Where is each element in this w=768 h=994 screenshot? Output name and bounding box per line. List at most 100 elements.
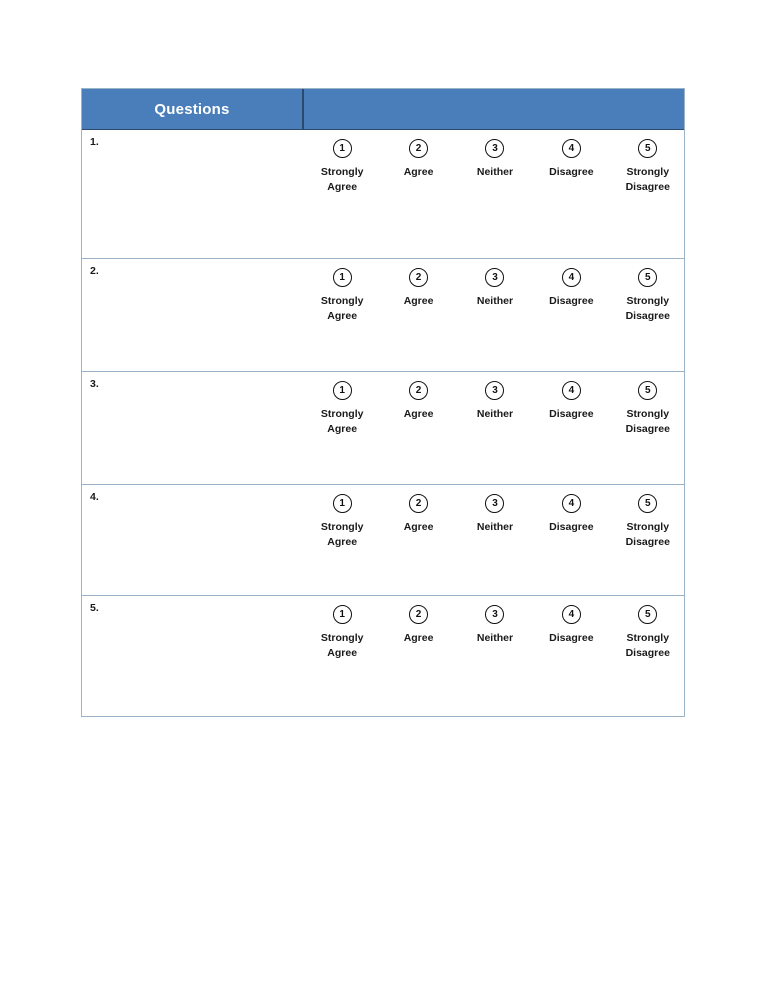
likert-option-1[interactable]: 1 Strongly Agree	[304, 381, 380, 437]
likert-option-number: 2	[415, 497, 422, 509]
likert-option-number: 3	[492, 271, 498, 283]
likert-option-label: Neither	[476, 295, 514, 307]
likert-option-number: 1	[339, 271, 345, 283]
radio-circle-icon[interactable]: 1	[332, 268, 352, 287]
question-number: 2.	[90, 265, 99, 277]
likert-option-label: Strongly Disagree	[625, 632, 670, 659]
likert-option-label: Agree	[403, 408, 434, 420]
likert-option-3[interactable]: 3 Neither	[457, 139, 533, 180]
likert-option-number: 4	[568, 497, 575, 509]
likert-option-4[interactable]: 4 Disagree	[533, 494, 609, 535]
radio-circle-icon[interactable]: 2	[409, 381, 429, 400]
radio-circle-icon[interactable]: 3	[485, 494, 505, 513]
likert-option-label: Neither	[476, 632, 514, 644]
table-row: 1. 1 Strongly Agree 2 Agree 3 Neither 4 Disagree…	[82, 129, 684, 258]
likert-option-label: Neither	[476, 166, 514, 178]
likert-option-label: Agree	[403, 632, 434, 644]
radio-circle-icon[interactable]: 4	[561, 381, 581, 400]
likert-option-1[interactable]: 1 Strongly Agree	[304, 268, 380, 324]
question-number: 1.	[90, 136, 99, 148]
radio-circle-icon[interactable]: 5	[638, 139, 658, 158]
likert-option-label: Disagree	[549, 632, 594, 644]
likert-option-4[interactable]: 4 Disagree	[533, 605, 609, 646]
likert-option-number: 2	[415, 271, 422, 283]
likert-option-3[interactable]: 3 Neither	[457, 494, 533, 535]
likert-option-label: Strongly Disagree	[625, 408, 670, 435]
likert-option-4[interactable]: 4 Disagree	[533, 268, 609, 309]
likert-option-label: Strongly Agree	[320, 166, 364, 193]
likert-option-3[interactable]: 3 Neither	[457, 268, 533, 309]
radio-circle-icon[interactable]: 5	[638, 381, 658, 400]
likert-option-1[interactable]: 1 Strongly Agree	[304, 494, 380, 550]
radio-circle-icon[interactable]: 1	[332, 494, 352, 513]
radio-circle-icon[interactable]: 4	[561, 605, 581, 624]
likert-option-label: Disagree	[549, 166, 594, 178]
table-row: 3. 1 Strongly Agree 2 Agree 3 Neither 4 Disagree…	[82, 371, 684, 484]
header-cell-scale	[304, 89, 684, 129]
radio-circle-icon[interactable]: 4	[561, 268, 581, 287]
likert-option-number: 3	[492, 608, 498, 620]
likert-option-label: Neither	[476, 521, 514, 533]
likert-option-3[interactable]: 3 Neither	[457, 605, 533, 646]
likert-scale-group: 1 Strongly Agree 2 Agree 3 Neither 4 Disagree 5 S…	[304, 605, 686, 661]
radio-circle-icon[interactable]: 4	[561, 139, 581, 158]
table-row: 2. 1 Strongly Agree 2 Agree 3 Neither 4 Disagree…	[82, 258, 684, 371]
question-number: 4.	[90, 491, 99, 503]
header-questions-label: Questions	[154, 100, 230, 118]
likert-option-5[interactable]: 5 Strongly Disagree	[610, 381, 686, 437]
likert-option-2[interactable]: 2 Agree	[380, 494, 456, 535]
likert-option-2[interactable]: 2 Agree	[380, 139, 456, 180]
likert-option-label: Strongly Disagree	[625, 295, 670, 322]
likert-option-5[interactable]: 5 Strongly Disagree	[610, 139, 686, 195]
radio-circle-icon[interactable]: 2	[409, 605, 429, 624]
likert-option-number: 1	[339, 384, 345, 396]
likert-option-number: 1	[339, 497, 345, 509]
likert-option-number: 3	[492, 497, 498, 509]
table-row: 4. 1 Strongly Agree 2 Agree 3 Neither 4 Disagree…	[82, 484, 684, 595]
radio-circle-icon[interactable]: 3	[485, 268, 505, 287]
likert-option-2[interactable]: 2 Agree	[380, 268, 456, 309]
likert-option-label: Strongly Agree	[320, 521, 364, 548]
likert-option-2[interactable]: 2 Agree	[380, 381, 456, 422]
likert-option-2[interactable]: 2 Agree	[380, 605, 456, 646]
radio-circle-icon[interactable]: 2	[409, 494, 429, 513]
radio-circle-icon[interactable]: 3	[485, 381, 505, 400]
likert-option-label: Strongly Disagree	[625, 166, 670, 193]
likert-option-4[interactable]: 4 Disagree	[533, 139, 609, 180]
radio-circle-icon[interactable]: 3	[485, 605, 505, 624]
likert-option-label: Strongly Agree	[320, 632, 364, 659]
likert-option-number: 5	[644, 384, 651, 396]
likert-option-label: Disagree	[549, 408, 594, 420]
likert-option-5[interactable]: 5 Strongly Disagree	[610, 605, 686, 661]
likert-option-1[interactable]: 1 Strongly Agree	[304, 139, 380, 195]
likert-option-number: 3	[492, 142, 498, 154]
likert-option-3[interactable]: 3 Neither	[457, 381, 533, 422]
likert-option-number: 4	[568, 608, 575, 620]
likert-scale-group: 1 Strongly Agree 2 Agree 3 Neither 4 Disagree 5 S…	[304, 494, 686, 550]
radio-circle-icon[interactable]: 4	[561, 494, 581, 513]
likert-option-number: 1	[339, 608, 345, 620]
likert-option-number: 1	[339, 142, 345, 154]
likert-survey-table: Questions 1. 1 Strongly Agree 2 Agree 3 Neithe…	[81, 88, 685, 717]
table-body: 1. 1 Strongly Agree 2 Agree 3 Neither 4 Disagree…	[82, 129, 684, 716]
radio-circle-icon[interactable]: 5	[638, 268, 658, 287]
likert-option-label: Agree	[403, 521, 434, 533]
radio-circle-icon[interactable]: 2	[409, 268, 429, 287]
likert-scale-group: 1 Strongly Agree 2 Agree 3 Neither 4 Disagree 5 S…	[304, 381, 686, 437]
likert-option-label: Strongly Agree	[320, 295, 364, 322]
likert-option-number: 5	[644, 497, 651, 509]
question-number: 5.	[90, 602, 99, 614]
radio-circle-icon[interactable]: 5	[638, 494, 658, 513]
radio-circle-icon[interactable]: 1	[332, 139, 352, 158]
radio-circle-icon[interactable]: 5	[638, 605, 658, 624]
radio-circle-icon[interactable]: 1	[332, 381, 352, 400]
radio-circle-icon[interactable]: 1	[332, 605, 352, 624]
likert-option-number: 5	[644, 608, 651, 620]
radio-circle-icon[interactable]: 2	[409, 139, 429, 158]
radio-circle-icon[interactable]: 3	[485, 139, 505, 158]
likert-option-5[interactable]: 5 Strongly Disagree	[610, 494, 686, 550]
likert-option-1[interactable]: 1 Strongly Agree	[304, 605, 380, 661]
likert-option-4[interactable]: 4 Disagree	[533, 381, 609, 422]
likert-option-5[interactable]: 5 Strongly Disagree	[610, 268, 686, 324]
likert-option-number: 2	[415, 384, 422, 396]
